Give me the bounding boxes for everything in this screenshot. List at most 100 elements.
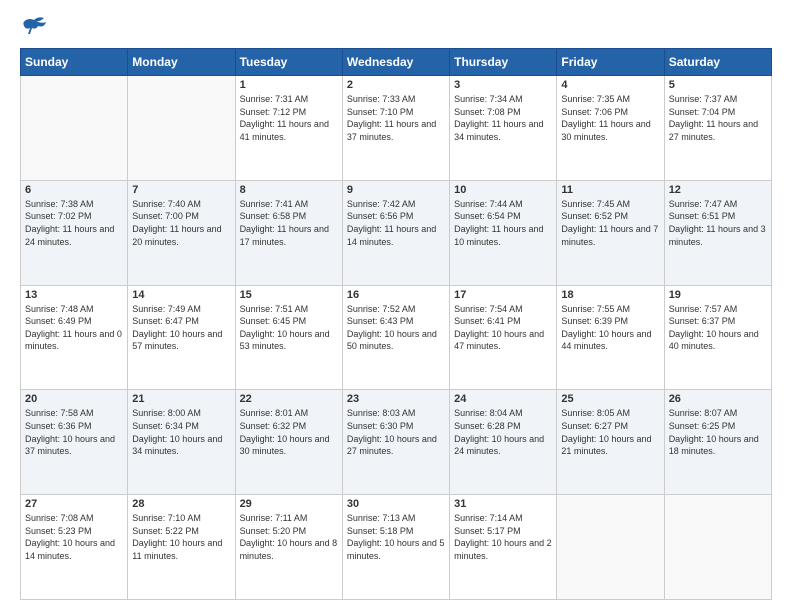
day-number: 31 [454, 498, 552, 510]
calendar-cell: 1Sunrise: 7:31 AM Sunset: 7:12 PM Daylig… [235, 76, 342, 181]
logo [20, 16, 52, 38]
calendar-cell: 19 Sunrise: 7:57 AM Sunset: 6:37 PM Dayli… [664, 285, 771, 390]
day-info: Sunrise: 7:45 AM Sunset: 6:52 PM Dayligh… [561, 198, 659, 248]
day-number: 26 [669, 393, 767, 405]
day-info: Sunrise: 7:44 AM Sunset: 6:54 PM Dayligh… [454, 198, 552, 248]
day-number: 19 [669, 289, 767, 301]
calendar-cell: 6Sunrise: 7:38 AM Sunset: 7:02 PM Daylig… [21, 180, 128, 285]
calendar-cell: 31Sunrise: 7:14 AM Sunset: 5:17 PM Dayli… [450, 495, 557, 600]
day-info: Sunrise: 7:11 AM Sunset: 5:20 PM Dayligh… [240, 512, 338, 562]
day-info: Sunrise: 7:58 AM Sunset: 6:36 PM Dayligh… [25, 407, 123, 457]
day-number: 12 [669, 184, 767, 196]
day-info: Sunrise: 7:47 AM Sunset: 6:51 PM Dayligh… [669, 198, 767, 248]
day-info: Sunrise: 8:01 AM Sunset: 6:32 PM Dayligh… [240, 407, 338, 457]
day-number: 27 [25, 498, 123, 510]
week-row-4: 20 Sunrise: 7:58 AM Sunset: 6:36 PM Dayli… [21, 390, 772, 495]
week-row-3: 13 Sunrise: 7:48 AM Sunset: 6:49 PM Dayli… [21, 285, 772, 390]
day-info: Sunrise: 7:42 AM Sunset: 6:56 PM Dayligh… [347, 198, 445, 248]
day-number: 8 [240, 184, 338, 196]
weekday-header-sunday: Sunday [21, 49, 128, 76]
day-number: 20 [25, 393, 123, 405]
day-info: Sunrise: 7:40 AM Sunset: 7:00 PM Dayligh… [132, 198, 230, 248]
day-number: 3 [454, 79, 552, 91]
logo-icon [20, 16, 48, 38]
day-info: Sunrise: 7:57 AM Sunset: 6:37 PM Dayligh… [669, 303, 767, 353]
day-info: Sunrise: 7:34 AM Sunset: 7:08 PM Dayligh… [454, 93, 552, 143]
day-info: Sunrise: 7:52 AM Sunset: 6:43 PM Dayligh… [347, 303, 445, 353]
calendar-cell [128, 76, 235, 181]
day-number: 2 [347, 79, 445, 91]
day-info: Sunrise: 7:37 AM Sunset: 7:04 PM Dayligh… [669, 93, 767, 143]
day-info: Sunrise: 8:05 AM Sunset: 6:27 PM Dayligh… [561, 407, 659, 457]
weekday-header-tuesday: Tuesday [235, 49, 342, 76]
day-info: Sunrise: 7:54 AM Sunset: 6:41 PM Dayligh… [454, 303, 552, 353]
day-number: 4 [561, 79, 659, 91]
calendar-cell: 2 Sunrise: 7:33 AM Sunset: 7:10 PM Daylig… [342, 76, 449, 181]
calendar-cell: 14 Sunrise: 7:49 AM Sunset: 6:47 PM Dayli… [128, 285, 235, 390]
day-number: 21 [132, 393, 230, 405]
day-number: 14 [132, 289, 230, 301]
day-number: 7 [132, 184, 230, 196]
weekday-header-saturday: Saturday [664, 49, 771, 76]
day-info: Sunrise: 7:49 AM Sunset: 6:47 PM Dayligh… [132, 303, 230, 353]
day-info: Sunrise: 7:51 AM Sunset: 6:45 PM Dayligh… [240, 303, 338, 353]
week-row-1: 1Sunrise: 7:31 AM Sunset: 7:12 PM Daylig… [21, 76, 772, 181]
calendar-cell [557, 495, 664, 600]
day-info: Sunrise: 7:38 AM Sunset: 7:02 PM Dayligh… [25, 198, 123, 248]
page: SundayMondayTuesdayWednesdayThursdayFrid… [0, 0, 792, 612]
weekday-header-monday: Monday [128, 49, 235, 76]
day-info: Sunrise: 7:10 AM Sunset: 5:22 PM Dayligh… [132, 512, 230, 562]
calendar-cell: 7 Sunrise: 7:40 AM Sunset: 7:00 PM Daylig… [128, 180, 235, 285]
calendar-cell: 17 Sunrise: 7:54 AM Sunset: 6:41 PM Dayli… [450, 285, 557, 390]
day-number: 16 [347, 289, 445, 301]
week-row-5: 27 Sunrise: 7:08 AM Sunset: 5:23 PM Dayli… [21, 495, 772, 600]
calendar-cell: 3 Sunrise: 7:34 AM Sunset: 7:08 PM Daylig… [450, 76, 557, 181]
calendar-cell: 16 Sunrise: 7:52 AM Sunset: 6:43 PM Dayli… [342, 285, 449, 390]
calendar-cell: 26 Sunrise: 8:07 AM Sunset: 6:25 PM Dayli… [664, 390, 771, 495]
day-number: 29 [240, 498, 338, 510]
calendar-cell: 11 Sunrise: 7:45 AM Sunset: 6:52 PM Dayli… [557, 180, 664, 285]
calendar-cell: 4Sunrise: 7:35 AM Sunset: 7:06 PM Daylig… [557, 76, 664, 181]
week-row-2: 6Sunrise: 7:38 AM Sunset: 7:02 PM Daylig… [21, 180, 772, 285]
header [20, 16, 772, 38]
weekday-header-friday: Friday [557, 49, 664, 76]
day-info: Sunrise: 8:00 AM Sunset: 6:34 PM Dayligh… [132, 407, 230, 457]
calendar-cell: 24Sunrise: 8:04 AM Sunset: 6:28 PM Dayli… [450, 390, 557, 495]
calendar-cell: 8 Sunrise: 7:41 AM Sunset: 6:58 PM Daylig… [235, 180, 342, 285]
day-info: Sunrise: 7:08 AM Sunset: 5:23 PM Dayligh… [25, 512, 123, 562]
calendar-cell: 18 Sunrise: 7:55 AM Sunset: 6:39 PM Dayli… [557, 285, 664, 390]
day-number: 11 [561, 184, 659, 196]
day-number: 25 [561, 393, 659, 405]
day-info: Sunrise: 8:07 AM Sunset: 6:25 PM Dayligh… [669, 407, 767, 457]
calendar-cell [664, 495, 771, 600]
day-number: 15 [240, 289, 338, 301]
calendar-cell [21, 76, 128, 181]
day-number: 13 [25, 289, 123, 301]
day-info: Sunrise: 8:03 AM Sunset: 6:30 PM Dayligh… [347, 407, 445, 457]
calendar-cell: 28 Sunrise: 7:10 AM Sunset: 5:22 PM Dayli… [128, 495, 235, 600]
weekday-header-thursday: Thursday [450, 49, 557, 76]
day-number: 9 [347, 184, 445, 196]
day-info: Sunrise: 7:55 AM Sunset: 6:39 PM Dayligh… [561, 303, 659, 353]
weekday-header-row: SundayMondayTuesdayWednesdayThursdayFrid… [21, 49, 772, 76]
calendar-cell: 29 Sunrise: 7:11 AM Sunset: 5:20 PM Dayli… [235, 495, 342, 600]
weekday-header-wednesday: Wednesday [342, 49, 449, 76]
day-number: 22 [240, 393, 338, 405]
calendar-cell: 20 Sunrise: 7:58 AM Sunset: 6:36 PM Dayli… [21, 390, 128, 495]
day-number: 18 [561, 289, 659, 301]
day-info: Sunrise: 7:48 AM Sunset: 6:49 PM Dayligh… [25, 303, 123, 353]
calendar-cell: 12 Sunrise: 7:47 AM Sunset: 6:51 PM Dayli… [664, 180, 771, 285]
day-number: 28 [132, 498, 230, 510]
calendar-cell: 25 Sunrise: 8:05 AM Sunset: 6:27 PM Dayli… [557, 390, 664, 495]
day-info: Sunrise: 7:41 AM Sunset: 6:58 PM Dayligh… [240, 198, 338, 248]
calendar-cell: 30Sunrise: 7:13 AM Sunset: 5:18 PM Dayli… [342, 495, 449, 600]
calendar-cell: 21 Sunrise: 8:00 AM Sunset: 6:34 PM Dayli… [128, 390, 235, 495]
day-number: 24 [454, 393, 552, 405]
calendar-cell: 23 Sunrise: 8:03 AM Sunset: 6:30 PM Dayli… [342, 390, 449, 495]
day-info: Sunrise: 7:33 AM Sunset: 7:10 PM Dayligh… [347, 93, 445, 143]
calendar-cell: 10Sunrise: 7:44 AM Sunset: 6:54 PM Dayli… [450, 180, 557, 285]
day-info: Sunrise: 7:13 AM Sunset: 5:18 PM Dayligh… [347, 512, 445, 562]
day-number: 17 [454, 289, 552, 301]
calendar-cell: 9 Sunrise: 7:42 AM Sunset: 6:56 PM Daylig… [342, 180, 449, 285]
day-number: 23 [347, 393, 445, 405]
